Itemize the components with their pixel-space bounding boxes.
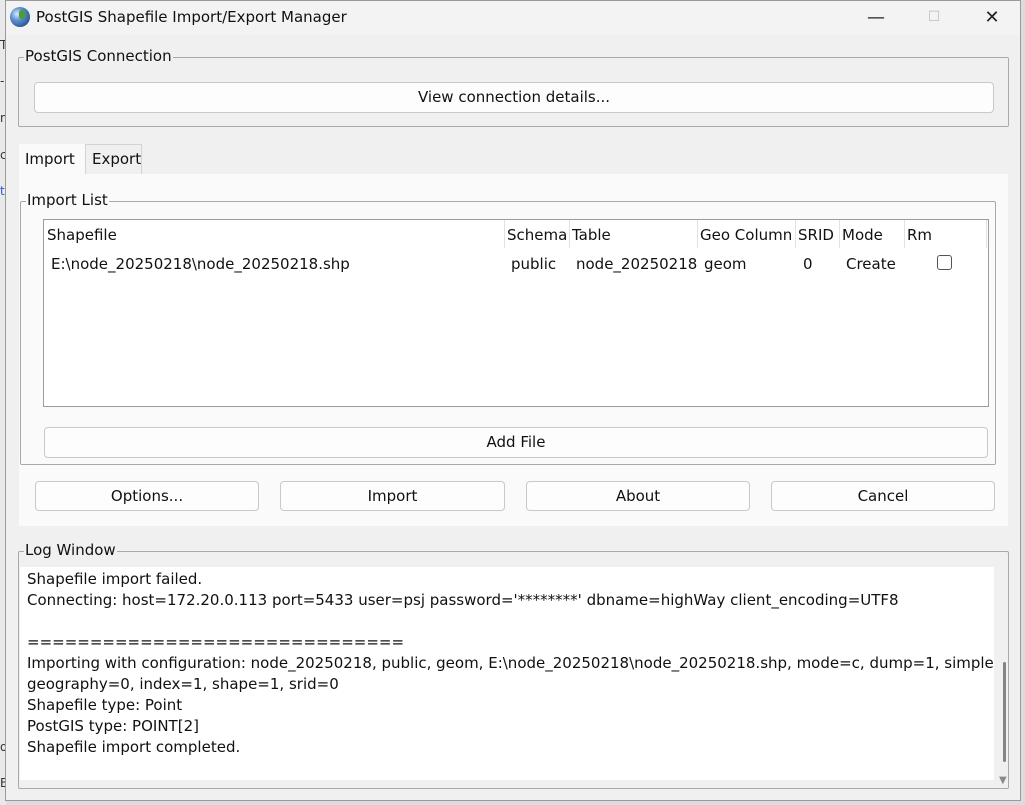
scroll-down-arrow-icon[interactable]: ▼ bbox=[999, 775, 1007, 786]
column-header-mode[interactable]: Mode bbox=[842, 226, 883, 244]
import-list-group: Import List Shapefile Schema Table Geo C… bbox=[20, 191, 996, 465]
cell-srid[interactable]: 0 bbox=[803, 255, 813, 273]
log-window-group: Log Window Shapefile import failed. Conn… bbox=[18, 541, 1009, 789]
cell-shapefile[interactable]: E:\node_20250218\node_20250218.shp bbox=[51, 255, 350, 273]
window-title: PostGIS Shapefile Import/Export Manager bbox=[36, 8, 347, 26]
options-button[interactable]: Options... bbox=[35, 481, 259, 511]
globe-icon bbox=[10, 7, 30, 27]
column-header-geo-column[interactable]: Geo Column bbox=[700, 226, 792, 244]
postgis-connection-group: PostGIS Connection View connection detai… bbox=[18, 47, 1009, 127]
tab-import[interactable]: Import bbox=[19, 144, 85, 174]
close-button[interactable]: ✕ bbox=[963, 1, 1021, 35]
tab-export[interactable]: Export bbox=[85, 144, 142, 174]
column-header-table[interactable]: Table bbox=[572, 226, 611, 244]
import-tab-panel: Import List Shapefile Schema Table Geo C… bbox=[19, 174, 1008, 526]
add-file-button[interactable]: Add File bbox=[44, 427, 988, 458]
log-window-title: Log Window bbox=[24, 541, 117, 559]
column-divider bbox=[795, 220, 796, 248]
cell-mode[interactable]: Create bbox=[846, 255, 896, 273]
shapefile-manager-window: PostGIS Shapefile Import/Export Manager … bbox=[5, 0, 1021, 801]
column-header-schema[interactable]: Schema bbox=[507, 226, 567, 244]
column-divider bbox=[504, 220, 505, 248]
background-text: t bbox=[0, 184, 5, 198]
column-header-rm[interactable]: Rm bbox=[907, 226, 932, 244]
minimize-button[interactable]: — bbox=[847, 1, 905, 35]
background-text: - bbox=[0, 74, 5, 88]
log-line: Shapefile type: Point bbox=[27, 696, 183, 714]
view-connection-details-button[interactable]: View connection details... bbox=[34, 82, 994, 113]
log-line: Importing with configuration: node_20250… bbox=[27, 654, 994, 672]
log-line: Shapefile import completed. bbox=[27, 738, 241, 756]
log-line: PostGIS type: POINT[2] bbox=[27, 717, 199, 735]
remove-checkbox[interactable] bbox=[937, 255, 952, 270]
postgis-connection-title: PostGIS Connection bbox=[24, 47, 173, 65]
log-line: geography=0, index=1, shape=1, srid=0 bbox=[27, 675, 339, 693]
cell-table[interactable]: node_20250218 bbox=[576, 255, 697, 273]
column-header-srid[interactable]: SRID bbox=[798, 226, 834, 244]
log-line: ============================== bbox=[27, 633, 405, 651]
scrollbar-thumb[interactable] bbox=[1003, 662, 1006, 762]
log-text-area[interactable]: Shapefile import failed. Connecting: hos… bbox=[20, 567, 994, 780]
cell-schema[interactable]: public bbox=[511, 255, 556, 273]
about-button[interactable]: About bbox=[526, 481, 750, 511]
column-header-shapefile[interactable]: Shapefile bbox=[47, 226, 117, 244]
log-scrollbar[interactable]: ▼ bbox=[996, 567, 1013, 790]
column-divider bbox=[569, 220, 570, 248]
maximize-button: ☐ bbox=[927, 9, 941, 25]
import-list-title: Import List bbox=[26, 191, 109, 209]
log-line: Connecting: host=172.20.0.113 port=5433 … bbox=[27, 591, 899, 609]
title-bar[interactable]: PostGIS Shapefile Import/Export Manager … bbox=[6, 1, 1020, 35]
column-divider bbox=[697, 220, 698, 248]
log-line: Shapefile import failed. bbox=[27, 570, 203, 588]
column-divider bbox=[986, 220, 987, 248]
column-divider bbox=[904, 220, 905, 248]
import-button[interactable]: Import bbox=[280, 481, 505, 511]
cancel-button[interactable]: Cancel bbox=[771, 481, 995, 511]
cell-geo-column[interactable]: geom bbox=[704, 255, 747, 273]
column-divider bbox=[839, 220, 840, 248]
import-list-table[interactable]: Shapefile Schema Table Geo Column SRID M… bbox=[43, 219, 989, 407]
